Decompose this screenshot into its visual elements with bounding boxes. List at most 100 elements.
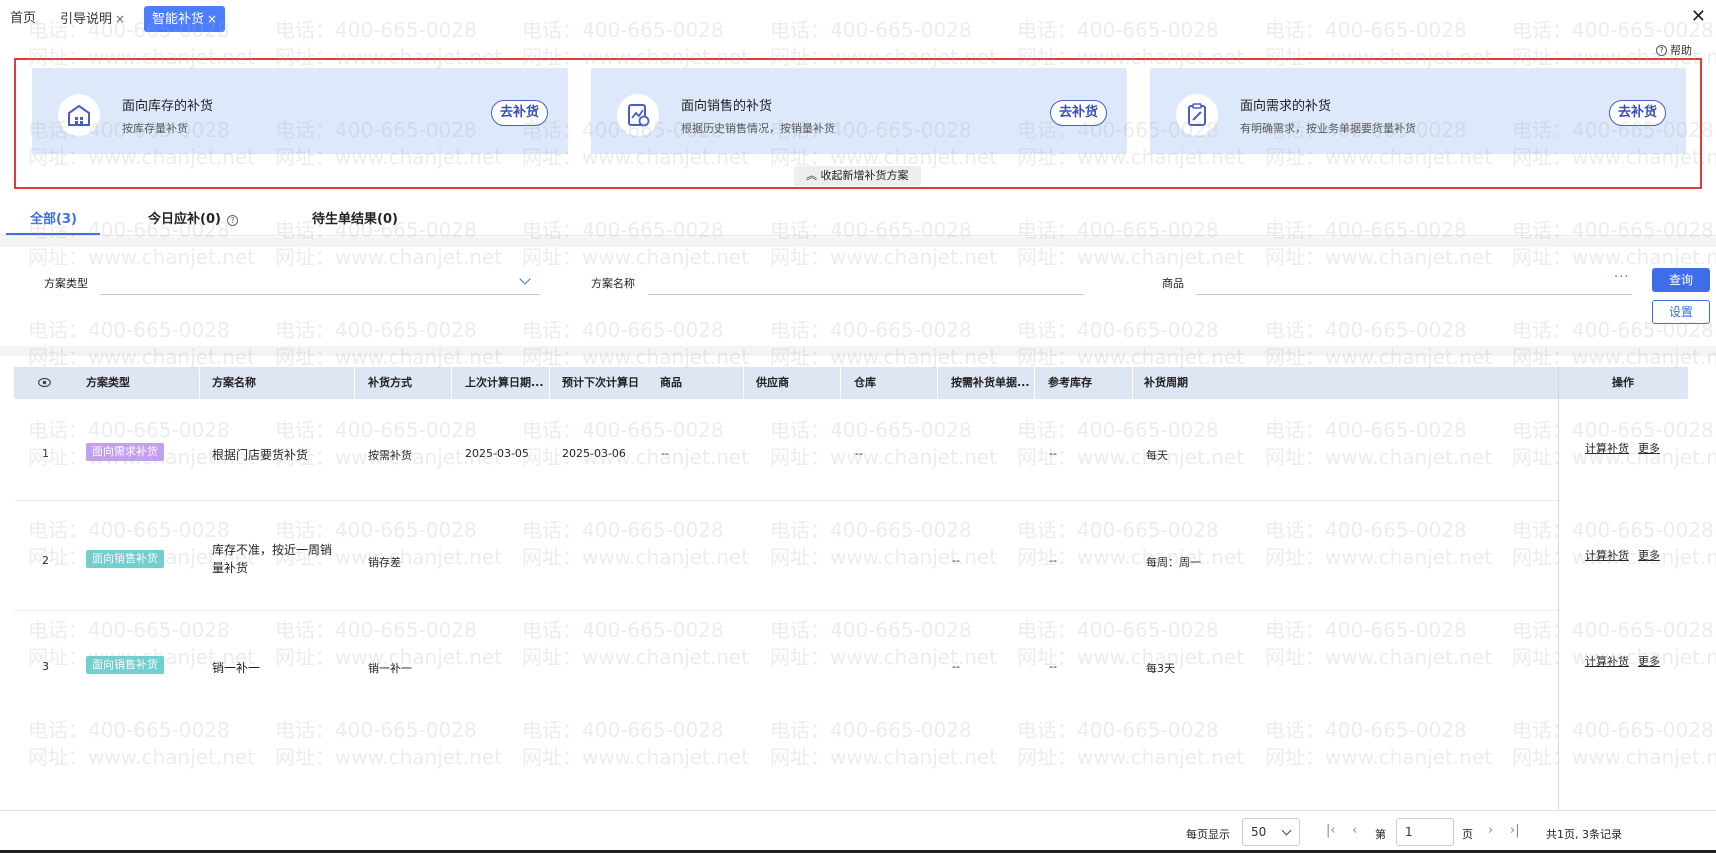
more-link[interactable]: 更多 (1638, 547, 1660, 563)
new-plan-card-zone: 面向库存的补货 按库存量补货 去补货 面向销售的补货 根据历史销售情况，按销量补… (14, 58, 1702, 189)
question-circle-icon[interactable]: ? (226, 215, 238, 226)
plan-type-tag: 面向需求补货 (86, 443, 164, 461)
watermark-phone: 电话：400-665-0028 (522, 718, 724, 742)
column-header[interactable]: 供应商 (756, 367, 789, 399)
tab-guide-label: 引导说明 (60, 12, 113, 27)
tab-guide-close-icon[interactable]: × (115, 12, 125, 26)
next-calc-date: 2025-03-06 (562, 447, 626, 460)
card-desc: 有明确需求，按业务单据要货量补货 (1240, 122, 1416, 135)
product-label: 商品 (1162, 277, 1184, 290)
page-prefix: 第 (1375, 828, 1386, 841)
card-title: 面向库存的补货 (122, 99, 214, 114)
question-circle-icon: ? (1656, 44, 1667, 56)
watermark-phone: 电话：400-665-0028 (770, 318, 972, 342)
column-header[interactable]: 补货方式 (368, 367, 412, 399)
page-number-input[interactable]: 1 (1396, 818, 1454, 846)
eye-settings-icon[interactable] (38, 377, 51, 388)
watermark-site: 网址：www.chanjet.net (770, 545, 998, 569)
column-header[interactable]: 方案类型 (86, 367, 130, 399)
watermark-phone: 电话：400-665-0028 (522, 418, 724, 442)
card-demand-replenish[interactable]: 面向需求的补货 有明确需求，按业务单据要货量补货 去补货 (1150, 68, 1686, 154)
column-header[interactable]: 方案名称 (212, 367, 256, 399)
go-replenish-button[interactable]: 去补货 (1608, 100, 1666, 126)
go-replenish-button[interactable]: 去补货 (490, 100, 548, 126)
tab-home[interactable]: 首页 (6, 6, 40, 32)
calc-replenish-link[interactable]: 计算补货 (1585, 653, 1629, 669)
watermark-site: 网址：www.chanjet.net (28, 745, 256, 769)
tab-smart-replenish-close-icon[interactable]: × (207, 12, 217, 26)
plan-name-input[interactable] (648, 294, 1084, 295)
first-page-icon[interactable]: |‹ (1326, 823, 1336, 838)
operation-column-border (1558, 367, 1559, 810)
column-header[interactable]: 参考库存 (1048, 367, 1092, 399)
plan-type-label: 方案类型 (44, 277, 88, 290)
per-page-select[interactable]: 50 (1242, 818, 1300, 846)
ref-stock: -- (1049, 447, 1057, 460)
tab-smart-replenish[interactable]: 智能补货 × (144, 6, 226, 32)
last-calc-date: 2025-03-05 (465, 447, 529, 460)
replenish-method: 按需补货 (368, 449, 412, 462)
warehouse: -- (855, 447, 863, 460)
replenish-cycle: 每周：周一 (1146, 556, 1201, 569)
product-input[interactable] (1196, 294, 1632, 295)
column-header[interactable]: 上次计算日期... (465, 367, 549, 399)
watermark-phone: 电话：400-665-0028 (1265, 418, 1467, 442)
plan-type-select[interactable] (100, 294, 540, 295)
tab-bar: 首页 引导说明 × 智能补货 × ✕ (0, 0, 1716, 36)
watermark-phone: 电话：400-665-0028 (770, 518, 972, 542)
tab-pending-result[interactable]: 待生单结果(0) (312, 208, 398, 227)
more-link[interactable]: 更多 (1638, 440, 1660, 456)
settings-button[interactable]: 设置 (1652, 300, 1710, 324)
go-replenish-button[interactable]: 去补货 (1049, 100, 1107, 126)
watermark-site: 网址：www.chanjet.net (770, 645, 998, 669)
warehouse-icon (58, 94, 100, 136)
card-inventory-replenish[interactable]: 面向库存的补货 按库存量补货 去补货 (32, 68, 568, 154)
column-header[interactable]: 补货周期 (1144, 367, 1188, 399)
watermark-site: 网址：www.chanjet.net (522, 745, 750, 769)
column-header[interactable]: 按需补货单据... (951, 367, 1033, 399)
card-title: 面向需求的补货 (1240, 99, 1332, 114)
column-header[interactable]: 仓库 (854, 367, 876, 399)
plan-type-tag: 面向销售补货 (86, 656, 164, 674)
plan-name[interactable]: 库存不准，按近一周销量补货 (212, 541, 342, 577)
replenish-cycle: 每3天 (1146, 662, 1175, 675)
card-sales-replenish[interactable]: 面向销售的补货 根据历史销售情况，按销量补货 去补货 (591, 68, 1127, 154)
more-filters-icon[interactable]: ··· (1614, 270, 1629, 285)
chevron-down-icon[interactable] (519, 273, 531, 285)
calc-replenish-link[interactable]: 计算补货 (1585, 440, 1629, 456)
close-window-icon[interactable]: ✕ (1691, 6, 1706, 27)
section-gap (0, 346, 1716, 356)
watermark-phone: 电话：400-665-0028 (1017, 718, 1219, 742)
watermark-site: 网址：www.chanjet.net (770, 445, 998, 469)
tab-today[interactable]: 今日应补(0)? (148, 208, 238, 227)
tab-smart-replenish-label: 智能补货 (152, 12, 205, 27)
tab-guide[interactable]: 引导说明 × (56, 6, 129, 32)
replenish-method: 销一补一 (368, 662, 412, 675)
column-header[interactable]: 商品 (660, 367, 682, 399)
last-page-icon[interactable]: ›| (1510, 823, 1520, 838)
help-label: 帮助 (1670, 44, 1692, 57)
clipboard-icon (1176, 94, 1218, 136)
column-header[interactable]: 预计下次计算日 (562, 367, 646, 399)
watermark-phone: 电话：400-665-0028 (522, 318, 724, 342)
watermark-phone: 电话：400-665-0028 (770, 418, 972, 442)
tab-all[interactable]: 全部(3) (30, 208, 77, 227)
demand-doc: -- (952, 660, 960, 673)
watermark-phone: 电话：400-665-0028 (1265, 318, 1467, 342)
tab-home-label: 首页 (10, 11, 37, 26)
plan-name[interactable]: 根据门店要货补货 (212, 446, 308, 463)
calc-replenish-link[interactable]: 计算补货 (1585, 547, 1629, 563)
watermark-phone: 电话：400-665-0028 (1512, 618, 1714, 642)
column-header: 操作 (1612, 376, 1634, 389)
prev-page-icon[interactable]: ‹ (1352, 823, 1357, 838)
plan-name[interactable]: 销一补一 (212, 659, 260, 676)
section-gap (0, 237, 1716, 247)
collapse-plans-button[interactable]: ︽ 收起新增补货方案 (794, 166, 921, 186)
next-page-icon[interactable]: › (1488, 823, 1493, 838)
replenish-method: 销存差 (368, 556, 401, 569)
query-button[interactable]: 查询 (1652, 268, 1710, 292)
more-link[interactable]: 更多 (1638, 653, 1660, 669)
collapse-label: 收起新增补货方案 (820, 169, 909, 182)
watermark-phone: 电话：400-665-0028 (1512, 418, 1714, 442)
help-link[interactable]: ? 帮助 (1656, 42, 1692, 58)
